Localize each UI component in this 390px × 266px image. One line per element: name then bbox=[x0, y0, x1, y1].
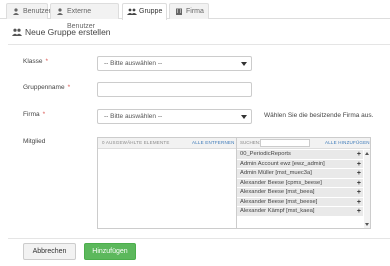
user-icon bbox=[13, 8, 19, 15]
list-item[interactable]: Alexander Kämpf [mst_kaea] + bbox=[237, 207, 363, 217]
remove-all-link[interactable]: ALLE ENTFERNEN bbox=[192, 140, 235, 145]
klasse-label-text: Klasse bbox=[23, 58, 43, 65]
list-item-label: Alexander Kämpf [mst_kaea] bbox=[240, 208, 315, 214]
user-icon bbox=[57, 8, 63, 15]
gruppenname-label-text: Gruppenname bbox=[23, 84, 65, 91]
klasse-label: Klasse * bbox=[23, 58, 48, 65]
tab-label: Firma bbox=[186, 8, 204, 15]
available-list: 00_PeriodicReports + Admin Account ewz [e… bbox=[237, 150, 363, 217]
search-input[interactable] bbox=[260, 139, 310, 147]
scroll-up-icon[interactable] bbox=[365, 152, 369, 155]
tab-gruppe[interactable]: Gruppe bbox=[122, 3, 167, 20]
add-icon[interactable]: + bbox=[357, 188, 361, 197]
users-icon bbox=[127, 8, 137, 15]
tab-label: Gruppe bbox=[139, 8, 163, 15]
search-label: SUCHEN: bbox=[240, 140, 261, 145]
add-icon[interactable]: + bbox=[357, 198, 361, 207]
add-icon[interactable]: + bbox=[357, 160, 361, 169]
firma-select-value: -- Bitte auswählen -- bbox=[104, 113, 163, 120]
gruppenname-label: Gruppenname * bbox=[23, 84, 70, 91]
page-title: Neue Gruppe erstellen bbox=[12, 27, 111, 37]
scroll-down-icon[interactable] bbox=[365, 223, 369, 226]
required-marker: * bbox=[42, 111, 46, 118]
klasse-select[interactable]: -- Bitte auswählen -- bbox=[97, 56, 252, 71]
cancel-button[interactable]: Abbrechen bbox=[23, 243, 76, 260]
available-pane-header: SUCHEN: ALLE HINZUFÜGEN bbox=[237, 138, 370, 149]
list-item-label: Alexander Beese [cpms_beese] bbox=[240, 179, 322, 186]
list-item[interactable]: Admin Müller [mst_muec3a] + bbox=[237, 169, 363, 179]
list-item[interactable]: 00_PeriodicReports + bbox=[237, 150, 363, 160]
divider bbox=[8, 44, 390, 45]
list-item-label: Admin Müller [mst_muec3a] bbox=[240, 170, 312, 176]
firma-select[interactable]: -- Bitte auswählen -- bbox=[97, 109, 252, 124]
required-marker: * bbox=[45, 58, 49, 65]
add-icon[interactable]: + bbox=[357, 207, 361, 216]
selected-members-pane: 0 AUSGEWÄHLTE ELEMENTE ALLE ENTFERNEN bbox=[98, 138, 237, 228]
chevron-down-icon bbox=[241, 62, 247, 66]
divider bbox=[8, 238, 390, 239]
list-item[interactable]: Admin Account ewz [ewz_admin] + bbox=[237, 159, 363, 169]
list-item[interactable]: Alexander Beese [cpms_beese] + bbox=[237, 178, 363, 188]
list-item[interactable]: Alexander Beese [mst_beea] + bbox=[237, 188, 363, 198]
tab-label: Benutzer bbox=[23, 8, 52, 15]
users-icon bbox=[12, 28, 22, 36]
add-icon[interactable]: + bbox=[357, 150, 361, 159]
tab-firma[interactable]: Firma bbox=[169, 3, 209, 19]
add-icon[interactable]: + bbox=[357, 179, 361, 188]
list-item-label: Admin Account ewz [ewz_admin] bbox=[240, 160, 325, 167]
mitglied-label: Mitglied bbox=[23, 138, 46, 145]
tab-externe-benutzer[interactable]: Externe Benutzer bbox=[50, 3, 119, 30]
selected-pane-header: 0 AUSGEWÄHLTE ELEMENTE ALLE ENTFERNEN bbox=[98, 138, 236, 149]
list-scrollbar[interactable] bbox=[364, 150, 370, 228]
firma-label: Firma * bbox=[23, 111, 45, 118]
firma-label-text: Firma bbox=[23, 111, 40, 118]
submit-button[interactable]: Hinzufügen bbox=[84, 243, 136, 260]
chevron-down-icon bbox=[241, 115, 247, 119]
klasse-select-value: -- Bitte auswählen -- bbox=[104, 60, 163, 67]
firma-hint: Wählen Sie die besitzende Firma aus. bbox=[264, 112, 374, 119]
list-item[interactable]: Alexander Beese [mst_beese] + bbox=[237, 197, 363, 207]
gruppenname-input[interactable] bbox=[97, 82, 252, 97]
list-item-label: 00_PeriodicReports bbox=[240, 151, 291, 157]
building-icon bbox=[176, 8, 182, 15]
list-item-label: Alexander Beese [mst_beese] bbox=[240, 198, 318, 205]
tab-benutzer[interactable]: Benutzer bbox=[6, 3, 52, 19]
member-multiselect: 0 AUSGEWÄHLTE ELEMENTE ALLE ENTFERNEN SU… bbox=[97, 137, 371, 229]
required-marker: * bbox=[67, 84, 71, 91]
page-title-text: Neue Gruppe erstellen bbox=[25, 27, 111, 37]
add-all-link[interactable]: ALLE HINZUFÜGEN bbox=[325, 140, 370, 145]
selected-count: 0 AUSGEWÄHLTE ELEMENTE bbox=[102, 140, 170, 145]
list-item-label: Alexander Beese [mst_beea] bbox=[240, 189, 315, 195]
tab-bar: Benutzer Externe Benutzer Gruppe Firma bbox=[0, 0, 390, 30]
add-icon[interactable]: + bbox=[357, 169, 361, 178]
available-members-pane: SUCHEN: ALLE HINZUFÜGEN 00_PeriodicRepor… bbox=[237, 138, 370, 228]
